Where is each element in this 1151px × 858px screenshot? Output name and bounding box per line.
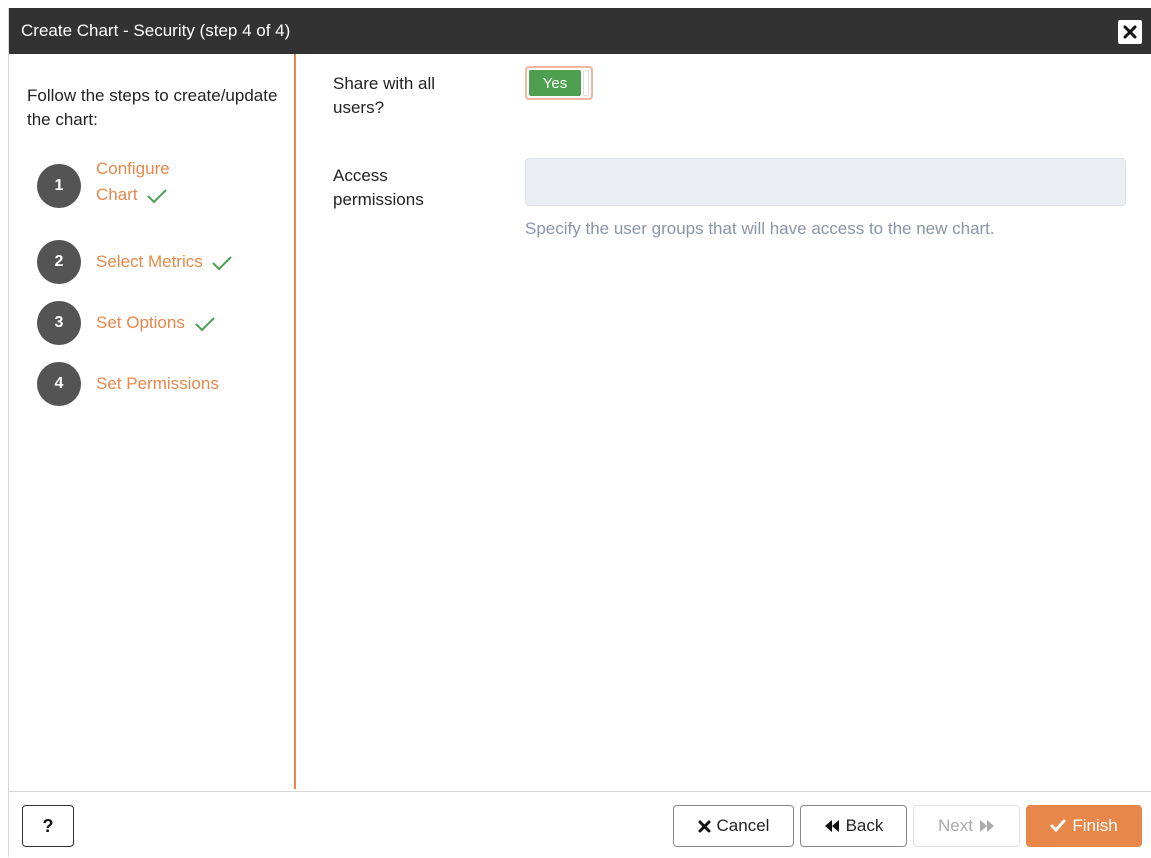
security-form: Share with all users? Yes Access permiss… [296, 54, 1151, 789]
step-label[interactable]: Configure Chart [96, 156, 170, 208]
dialog-titlebar: Create Chart - Security (step 4 of 4) [9, 8, 1151, 54]
step-number-badge: 3 [37, 301, 81, 345]
share-label: Share with all users? [333, 72, 435, 120]
step-number-badge: 1 [37, 164, 81, 208]
cancel-button-label: Cancel [716, 816, 770, 835]
step-label[interactable]: Set Options [96, 310, 216, 336]
step-label-text: Set Options [96, 313, 185, 332]
access-permissions-label: Access permissions [333, 164, 424, 212]
share-toggle[interactable]: Yes [525, 66, 593, 100]
step-label-text: Select Metrics [96, 252, 203, 271]
step-label-line2: Chart [96, 185, 138, 204]
close-button[interactable] [1118, 20, 1142, 44]
step-label[interactable]: Set Permissions [96, 371, 219, 397]
cancel-button[interactable]: Cancel [673, 805, 794, 847]
toggle-knob [583, 70, 589, 96]
back-button-label: Back [845, 816, 884, 835]
access-permissions-input[interactable] [525, 158, 1126, 206]
check-icon [1050, 819, 1066, 833]
check-icon [194, 316, 215, 331]
finish-button[interactable]: Finish [1026, 805, 1142, 847]
wizard-steps-sidebar: Follow the steps to create/update the ch… [9, 54, 296, 789]
back-button[interactable]: Back [800, 805, 907, 847]
step-number-badge: 2 [37, 240, 81, 284]
create-chart-dialog: Create Chart - Security (step 4 of 4) Fo… [8, 8, 1151, 858]
access-label-line2: permissions [333, 190, 424, 209]
step-label-text: Set Permissions [96, 374, 219, 393]
access-permissions-help: Specify the user groups that will have a… [525, 219, 995, 238]
step-number-badge: 4 [37, 362, 81, 406]
check-icon [147, 188, 168, 203]
close-icon [1123, 25, 1137, 39]
help-button[interactable]: ? [22, 805, 74, 847]
double-chevron-left-icon [824, 819, 840, 833]
finish-button-label: Finish [1072, 816, 1118, 835]
check-icon [212, 255, 233, 270]
sidebar-intro-text: Follow the steps to create/update the ch… [27, 86, 278, 129]
access-label-line1: Access [333, 166, 388, 185]
share-label-line2: users? [333, 98, 385, 117]
share-label-line1: Share with all [333, 74, 436, 93]
next-button[interactable]: Next [913, 805, 1020, 847]
next-button-label: Next [938, 816, 973, 835]
step-label[interactable]: Select Metrics [96, 249, 233, 275]
double-chevron-right-icon [979, 819, 995, 833]
toggle-on-label: Yes [529, 70, 581, 96]
x-icon [698, 820, 711, 833]
dialog-footer: ? Cancel Back Next Finish [9, 791, 1151, 858]
dialog-title: Create Chart - Security (step 4 of 4) [21, 21, 291, 40]
step-label-line1: Configure [96, 159, 170, 178]
